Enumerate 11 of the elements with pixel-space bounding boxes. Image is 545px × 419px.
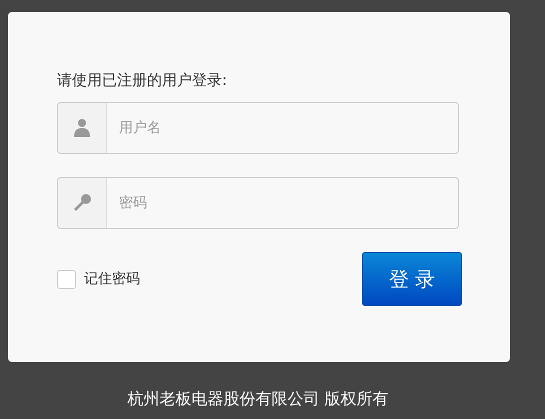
login-prompt: 请使用已注册的用户登录: xyxy=(57,70,228,90)
remember-label: 记住密码 xyxy=(84,270,140,288)
key-icon xyxy=(72,193,92,213)
username-input-group[interactable]: 用户名 xyxy=(57,102,459,154)
remember-checkbox[interactable] xyxy=(57,270,76,288)
login-button[interactable]: 登 录 xyxy=(362,252,462,306)
copyright-text: 杭州老板电器股份有限公司 版权所有 xyxy=(126,389,390,410)
password-field[interactable]: 密码 xyxy=(107,178,458,228)
username-field[interactable]: 用户名 xyxy=(107,103,458,153)
password-input-group[interactable]: 密码 xyxy=(57,177,459,229)
user-icon xyxy=(72,118,92,138)
